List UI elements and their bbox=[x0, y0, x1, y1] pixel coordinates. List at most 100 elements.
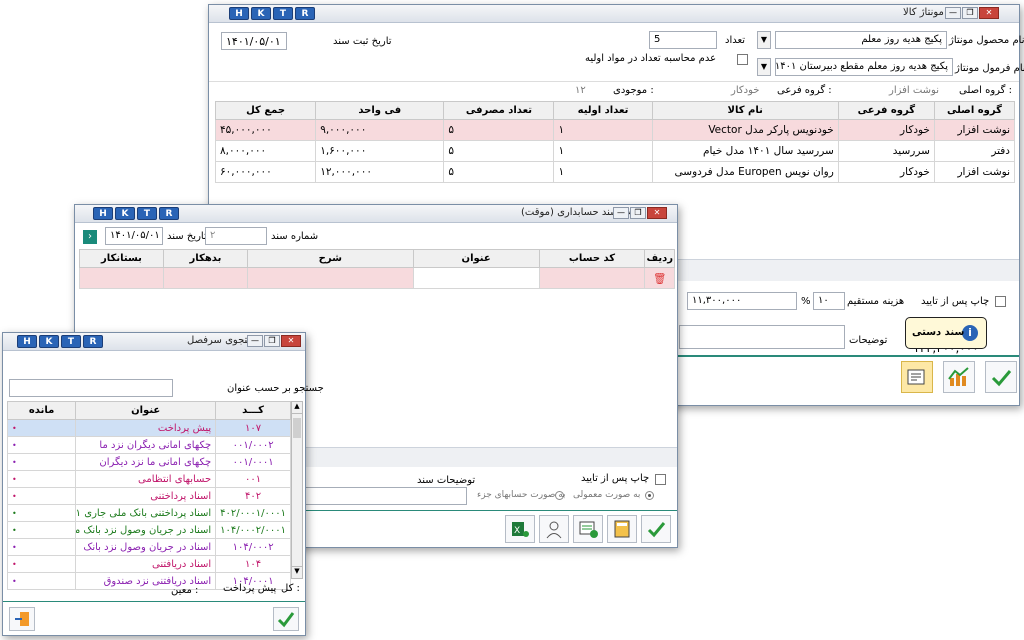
table-row[interactable]: ۰۰۱/۰۰۰۲ چکهای امانی دیگران نزد ما • bbox=[6, 436, 291, 454]
r-button[interactable]: R bbox=[83, 335, 103, 348]
k-button[interactable]: K bbox=[251, 7, 271, 20]
doc-no-input[interactable]: ۲ bbox=[205, 227, 267, 245]
scroll-down-arrow[interactable]: ▼ bbox=[292, 566, 302, 578]
trash-icon[interactable]: 🗑 bbox=[644, 267, 675, 289]
cell[interactable]: ۱۲,۰۰۰,۰۰۰ bbox=[315, 161, 445, 183]
account-balance[interactable]: • bbox=[6, 555, 77, 573]
minimize-button[interactable]: — bbox=[613, 207, 629, 219]
product-input[interactable]: پکیج هدیه روز معلم bbox=[775, 31, 947, 49]
k-button[interactable]: K bbox=[39, 335, 59, 348]
cell[interactable]: دفتر bbox=[933, 140, 1016, 162]
scroll-up-arrow[interactable]: ▲ bbox=[292, 402, 302, 414]
cell[interactable]: ۱ bbox=[553, 161, 653, 183]
minimize-button[interactable]: — bbox=[247, 335, 263, 347]
cell[interactable]: نوشت افزار bbox=[933, 119, 1016, 141]
table-row[interactable]: نوشت افزار خودکار روان نویس Europen مدل … bbox=[214, 161, 1016, 183]
account-code[interactable]: ۱۰۴ bbox=[215, 555, 291, 573]
date-input[interactable]: ۱۴۰۱/۰۵/۰۱ bbox=[221, 32, 287, 50]
r-button[interactable]: R bbox=[159, 207, 179, 220]
cell[interactable] bbox=[246, 267, 414, 289]
nocalc-checkbox[interactable] bbox=[737, 54, 748, 65]
restore-button[interactable]: ❐ bbox=[630, 207, 646, 219]
manual-doc-button[interactable] bbox=[901, 361, 933, 393]
close-button[interactable]: ✕ bbox=[647, 207, 667, 219]
cell[interactable]: روان نویس Europen مدل فردوسی bbox=[651, 161, 839, 183]
account-balance[interactable]: • bbox=[6, 487, 77, 505]
cell[interactable]: ۵ bbox=[443, 119, 555, 141]
user-button[interactable] bbox=[539, 515, 569, 543]
account-code[interactable]: ۱۰۴/۰۰۰۲/۰۰۰۱ bbox=[215, 521, 291, 539]
qty-input[interactable]: 5 bbox=[649, 31, 717, 49]
cell[interactable]: سررسید bbox=[837, 140, 935, 162]
print-after-checkbox[interactable] bbox=[655, 474, 666, 485]
cell[interactable]: خودنویس پارکر مدل Vector bbox=[651, 119, 839, 141]
table-row[interactable]: نوشت افزار خودکار خودنویس پارکر مدل Vect… bbox=[214, 119, 1016, 141]
account-title[interactable]: اسناد در جریان وصول نزد بانک ملی جاری ۱۱… bbox=[75, 521, 217, 539]
product-dropdown[interactable]: ▼ bbox=[757, 31, 771, 49]
t-button[interactable]: T bbox=[273, 7, 293, 20]
scroll-thumb[interactable] bbox=[293, 418, 301, 438]
cell[interactable] bbox=[162, 267, 248, 289]
account-code[interactable]: ۰۰۱ bbox=[215, 470, 291, 488]
account-balance[interactable]: • bbox=[6, 470, 77, 488]
cell[interactable]: ۶۰,۰۰۰,۰۰۰ bbox=[214, 161, 317, 183]
account-code[interactable]: ۱۰۴/۰۰۰۲ bbox=[215, 538, 291, 556]
account-title[interactable]: حسابهای انتظامی bbox=[75, 470, 217, 488]
restore-button[interactable]: ❐ bbox=[962, 7, 978, 19]
cell[interactable]: سررسید سال ۱۴۰۱ مدل خیام bbox=[651, 140, 839, 162]
table-row[interactable]: ۱۰۷ پیش پرداخت • bbox=[6, 419, 291, 437]
k-button[interactable]: K bbox=[115, 207, 135, 220]
h-button[interactable]: H bbox=[17, 335, 37, 348]
r-button[interactable]: R bbox=[295, 7, 315, 20]
doc-date-input[interactable]: ۱۴۰۱/۰۵/۰۱ bbox=[105, 227, 163, 245]
next-arrow-button[interactable]: › bbox=[83, 230, 97, 244]
confirm-button[interactable] bbox=[985, 361, 1017, 393]
cell[interactable]: خودکار bbox=[837, 119, 935, 141]
desc-input[interactable] bbox=[679, 325, 845, 349]
cell[interactable]: ۵ bbox=[443, 140, 555, 162]
formula-dropdown[interactable]: ▼ bbox=[757, 58, 771, 76]
account-title[interactable]: اسناد پرداختنی bbox=[75, 487, 217, 505]
account-balance[interactable]: • bbox=[6, 436, 77, 454]
account-title[interactable]: اسناد پرداختنی بانک ملی جاری ۱۱۱۱۱۱ bbox=[75, 504, 217, 522]
excel-button[interactable]: X bbox=[505, 515, 535, 543]
table-row[interactable]: دفتر سررسید سررسید سال ۱۴۰۱ مدل خیام ۱ ۵… bbox=[214, 140, 1016, 162]
report-button[interactable] bbox=[943, 361, 975, 393]
cell[interactable]: ۵ bbox=[443, 161, 555, 183]
doc-desc-input[interactable] bbox=[305, 487, 467, 505]
cell[interactable]: ۸,۰۰۰,۰۰۰ bbox=[214, 140, 317, 162]
account-code[interactable]: ۴۰۲ bbox=[215, 487, 291, 505]
cell[interactable]: خودکار bbox=[837, 161, 935, 183]
table-row[interactable]: ۰۰۱ حسابهای انتظامی • bbox=[6, 470, 291, 488]
cell[interactable] bbox=[538, 267, 646, 289]
close-button[interactable]: ✕ bbox=[281, 335, 301, 347]
confirm-button[interactable] bbox=[641, 515, 671, 543]
calculator-button[interactable] bbox=[607, 515, 637, 543]
account-code[interactable]: ۰۰۱/۰۰۰۱ bbox=[215, 453, 291, 471]
cell[interactable]: ۱ bbox=[553, 140, 653, 162]
h-button[interactable]: H bbox=[229, 7, 249, 20]
table-row[interactable]: ۱۰۴/۰۰۰۲ اسناد در جریان وصول نزد بانک • bbox=[6, 538, 291, 556]
account-code[interactable]: ۰۰۱/۰۰۰۲ bbox=[215, 436, 291, 454]
h-button[interactable]: H bbox=[93, 207, 113, 220]
account-balance[interactable]: • bbox=[6, 419, 77, 437]
t-button[interactable]: T bbox=[137, 207, 157, 220]
cell[interactable] bbox=[412, 267, 540, 289]
search-input[interactable] bbox=[9, 379, 173, 397]
cell[interactable] bbox=[79, 267, 164, 289]
account-title[interactable]: چکهای امانی دیگران نزد ما bbox=[75, 436, 217, 454]
account-code[interactable]: ۱۰۷ bbox=[215, 419, 291, 437]
t-button[interactable]: T bbox=[61, 335, 81, 348]
exit-button[interactable] bbox=[9, 607, 35, 631]
account-title[interactable]: اسناد در جریان وصول نزد بانک bbox=[75, 538, 217, 556]
cell[interactable]: ۱,۶۰۰,۰۰۰ bbox=[315, 140, 445, 162]
table-row[interactable]: ۴۰۲ اسناد پرداختنی • bbox=[6, 487, 291, 505]
scrollbar[interactable]: ▲ ▼ bbox=[291, 401, 303, 579]
restore-button[interactable]: ❐ bbox=[264, 335, 280, 347]
cell[interactable]: ۱ bbox=[553, 119, 653, 141]
direct-cost-input[interactable]: ۱۱,۳۰۰,۰۰۰ bbox=[687, 292, 797, 310]
cell[interactable]: ۴۵,۰۰۰,۰۰۰ bbox=[214, 119, 317, 141]
minimize-button[interactable]: — bbox=[945, 7, 961, 19]
table-row[interactable]: ۱۰۴ اسناد دریافتنی • bbox=[6, 555, 291, 573]
confirm-button[interactable] bbox=[273, 607, 299, 631]
